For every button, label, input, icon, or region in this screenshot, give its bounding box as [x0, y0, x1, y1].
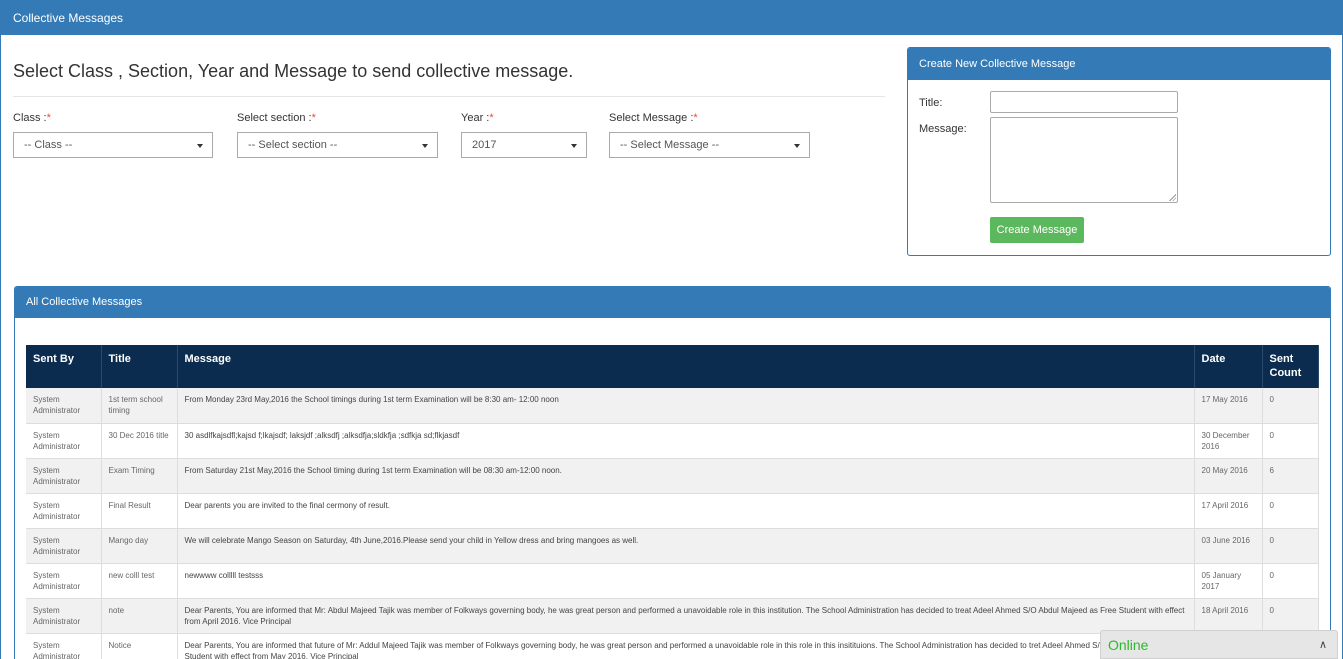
year-filter: Year :* 2017: [461, 112, 587, 158]
main-heading: Select Class , Section, Year and Message…: [13, 61, 574, 81]
cell-title: Final Result: [101, 493, 178, 529]
all-messages-title: All Collective Messages: [15, 287, 1330, 318]
message-label: Message:: [919, 123, 967, 135]
online-status: Online: [1108, 637, 1149, 653]
class-label: Class :*: [13, 112, 51, 124]
caret-down-icon: [571, 144, 577, 148]
cell-count: 0: [1262, 528, 1319, 564]
class-filter: Class :* -- Class --: [13, 112, 213, 158]
table-row[interactable]: System Administrator Final Result Dear p…: [26, 493, 1319, 529]
online-chat-bar[interactable]: Online ∧: [1100, 630, 1338, 659]
cell-title: Notice: [101, 633, 178, 659]
year-select-value: 2017: [472, 139, 497, 151]
create-panel-title: Create New Collective Message: [908, 48, 1330, 80]
table-row[interactable]: System Administrator note Dear Parents, …: [26, 598, 1319, 634]
cell-message: Dear Parents, You are informed that futu…: [177, 633, 1195, 659]
section-select[interactable]: -- Select section --: [237, 132, 438, 158]
page-container: Collective Messages Select Class , Secti…: [0, 0, 1343, 659]
cell-title: 30 Dec 2016 title: [101, 423, 178, 459]
cell-date: 05 January 2017: [1194, 563, 1263, 599]
divider: [13, 96, 885, 97]
create-message-panel: Create New Collective Message Title: Mes…: [907, 47, 1331, 256]
column-header[interactable]: Title: [101, 345, 178, 388]
cell-date: 17 May 2016: [1194, 388, 1263, 424]
cell-count: 0: [1262, 423, 1319, 459]
title-input[interactable]: [990, 91, 1178, 113]
table-row[interactable]: System Administrator Mango day We will c…: [26, 528, 1319, 564]
cell-date: 20 May 2016: [1194, 458, 1263, 494]
column-header[interactable]: Sent By: [26, 345, 102, 388]
cell-count: 0: [1262, 493, 1319, 529]
cell-count: 0: [1262, 563, 1319, 599]
cell-sent-by: System Administrator: [26, 493, 102, 529]
cell-title: new colll test: [101, 563, 178, 599]
table-row[interactable]: System Administrator new colll test neww…: [26, 563, 1319, 599]
page-title: Collective Messages: [13, 11, 124, 25]
cell-count: 0: [1262, 598, 1319, 634]
cell-message: We will celebrate Mango Season on Saturd…: [177, 528, 1195, 564]
cell-count: 0: [1262, 388, 1319, 424]
message-select[interactable]: -- Select Message --: [609, 132, 810, 158]
cell-date: 30 December 2016: [1194, 423, 1263, 459]
caret-down-icon: [794, 144, 800, 148]
year-label: Year :*: [461, 112, 494, 124]
cell-sent-by: System Administrator: [26, 598, 102, 634]
year-select[interactable]: 2017: [461, 132, 587, 158]
cell-message: Dear Parents, You are informed that Mr: …: [177, 598, 1195, 634]
column-header[interactable]: Sent Count: [1262, 345, 1319, 388]
table-row[interactable]: System Administrator 30 Dec 2016 title 3…: [26, 423, 1319, 459]
message-select-value: -- Select Message --: [620, 139, 720, 151]
all-messages-panel: All Collective Messages Sent By Title Me…: [14, 286, 1331, 659]
messages-table: Sent By Title Message Date Sent Count Sy…: [26, 345, 1319, 659]
table-row[interactable]: System Administrator 1st term school tim…: [26, 388, 1319, 424]
cell-sent-by: System Administrator: [26, 423, 102, 459]
column-header[interactable]: Message: [177, 345, 1195, 388]
table-row[interactable]: System Administrator Exam Timing From Sa…: [26, 458, 1319, 494]
class-select-value: -- Class --: [24, 139, 73, 151]
cell-message: newwww colllll testsss: [177, 563, 1195, 599]
column-header[interactable]: Date: [1194, 345, 1263, 388]
cell-message: Dear parents you are invited to the fina…: [177, 493, 1195, 529]
section-label: Select section :*: [237, 112, 316, 124]
cell-date: 03 June 2016: [1194, 528, 1263, 564]
cell-sent-by: System Administrator: [26, 458, 102, 494]
cell-title: 1st term school timing: [101, 388, 178, 424]
caret-down-icon: [422, 144, 428, 148]
cell-sent-by: System Administrator: [26, 633, 102, 659]
page-header: Collective Messages: [1, 1, 1342, 35]
resize-grip-icon[interactable]: [1169, 194, 1176, 201]
chevron-up-icon[interactable]: ∧: [1319, 638, 1327, 651]
table-header-row: Sent By Title Message Date Sent Count: [26, 345, 1319, 388]
title-label: Title:: [919, 97, 943, 109]
section-select-value: -- Select section --: [248, 139, 338, 151]
class-select[interactable]: -- Class --: [13, 132, 213, 158]
cell-sent-by: System Administrator: [26, 563, 102, 599]
cell-sent-by: System Administrator: [26, 388, 102, 424]
message-filter: Select Message :* -- Select Message --: [609, 112, 810, 158]
message-select-label: Select Message :*: [609, 112, 698, 124]
cell-sent-by: System Administrator: [26, 528, 102, 564]
cell-title: Mango day: [101, 528, 178, 564]
cell-message: From Saturday 21st May,2016 the School t…: [177, 458, 1195, 494]
section-filter: Select section :* -- Select section --: [237, 112, 438, 158]
cell-title: note: [101, 598, 178, 634]
cell-date: 17 April 2016: [1194, 493, 1263, 529]
cell-title: Exam Timing: [101, 458, 178, 494]
cell-count: 6: [1262, 458, 1319, 494]
create-message-button[interactable]: Create Message: [990, 217, 1084, 243]
cell-date: 18 April 2016: [1194, 598, 1263, 634]
caret-down-icon: [197, 144, 203, 148]
cell-message: 30 asdlfkajsdfl;kajsd f;lkajsdf; laksjdf…: [177, 423, 1195, 459]
cell-message: From Monday 23rd May,2016 the School tim…: [177, 388, 1195, 424]
message-textarea[interactable]: [990, 117, 1178, 203]
